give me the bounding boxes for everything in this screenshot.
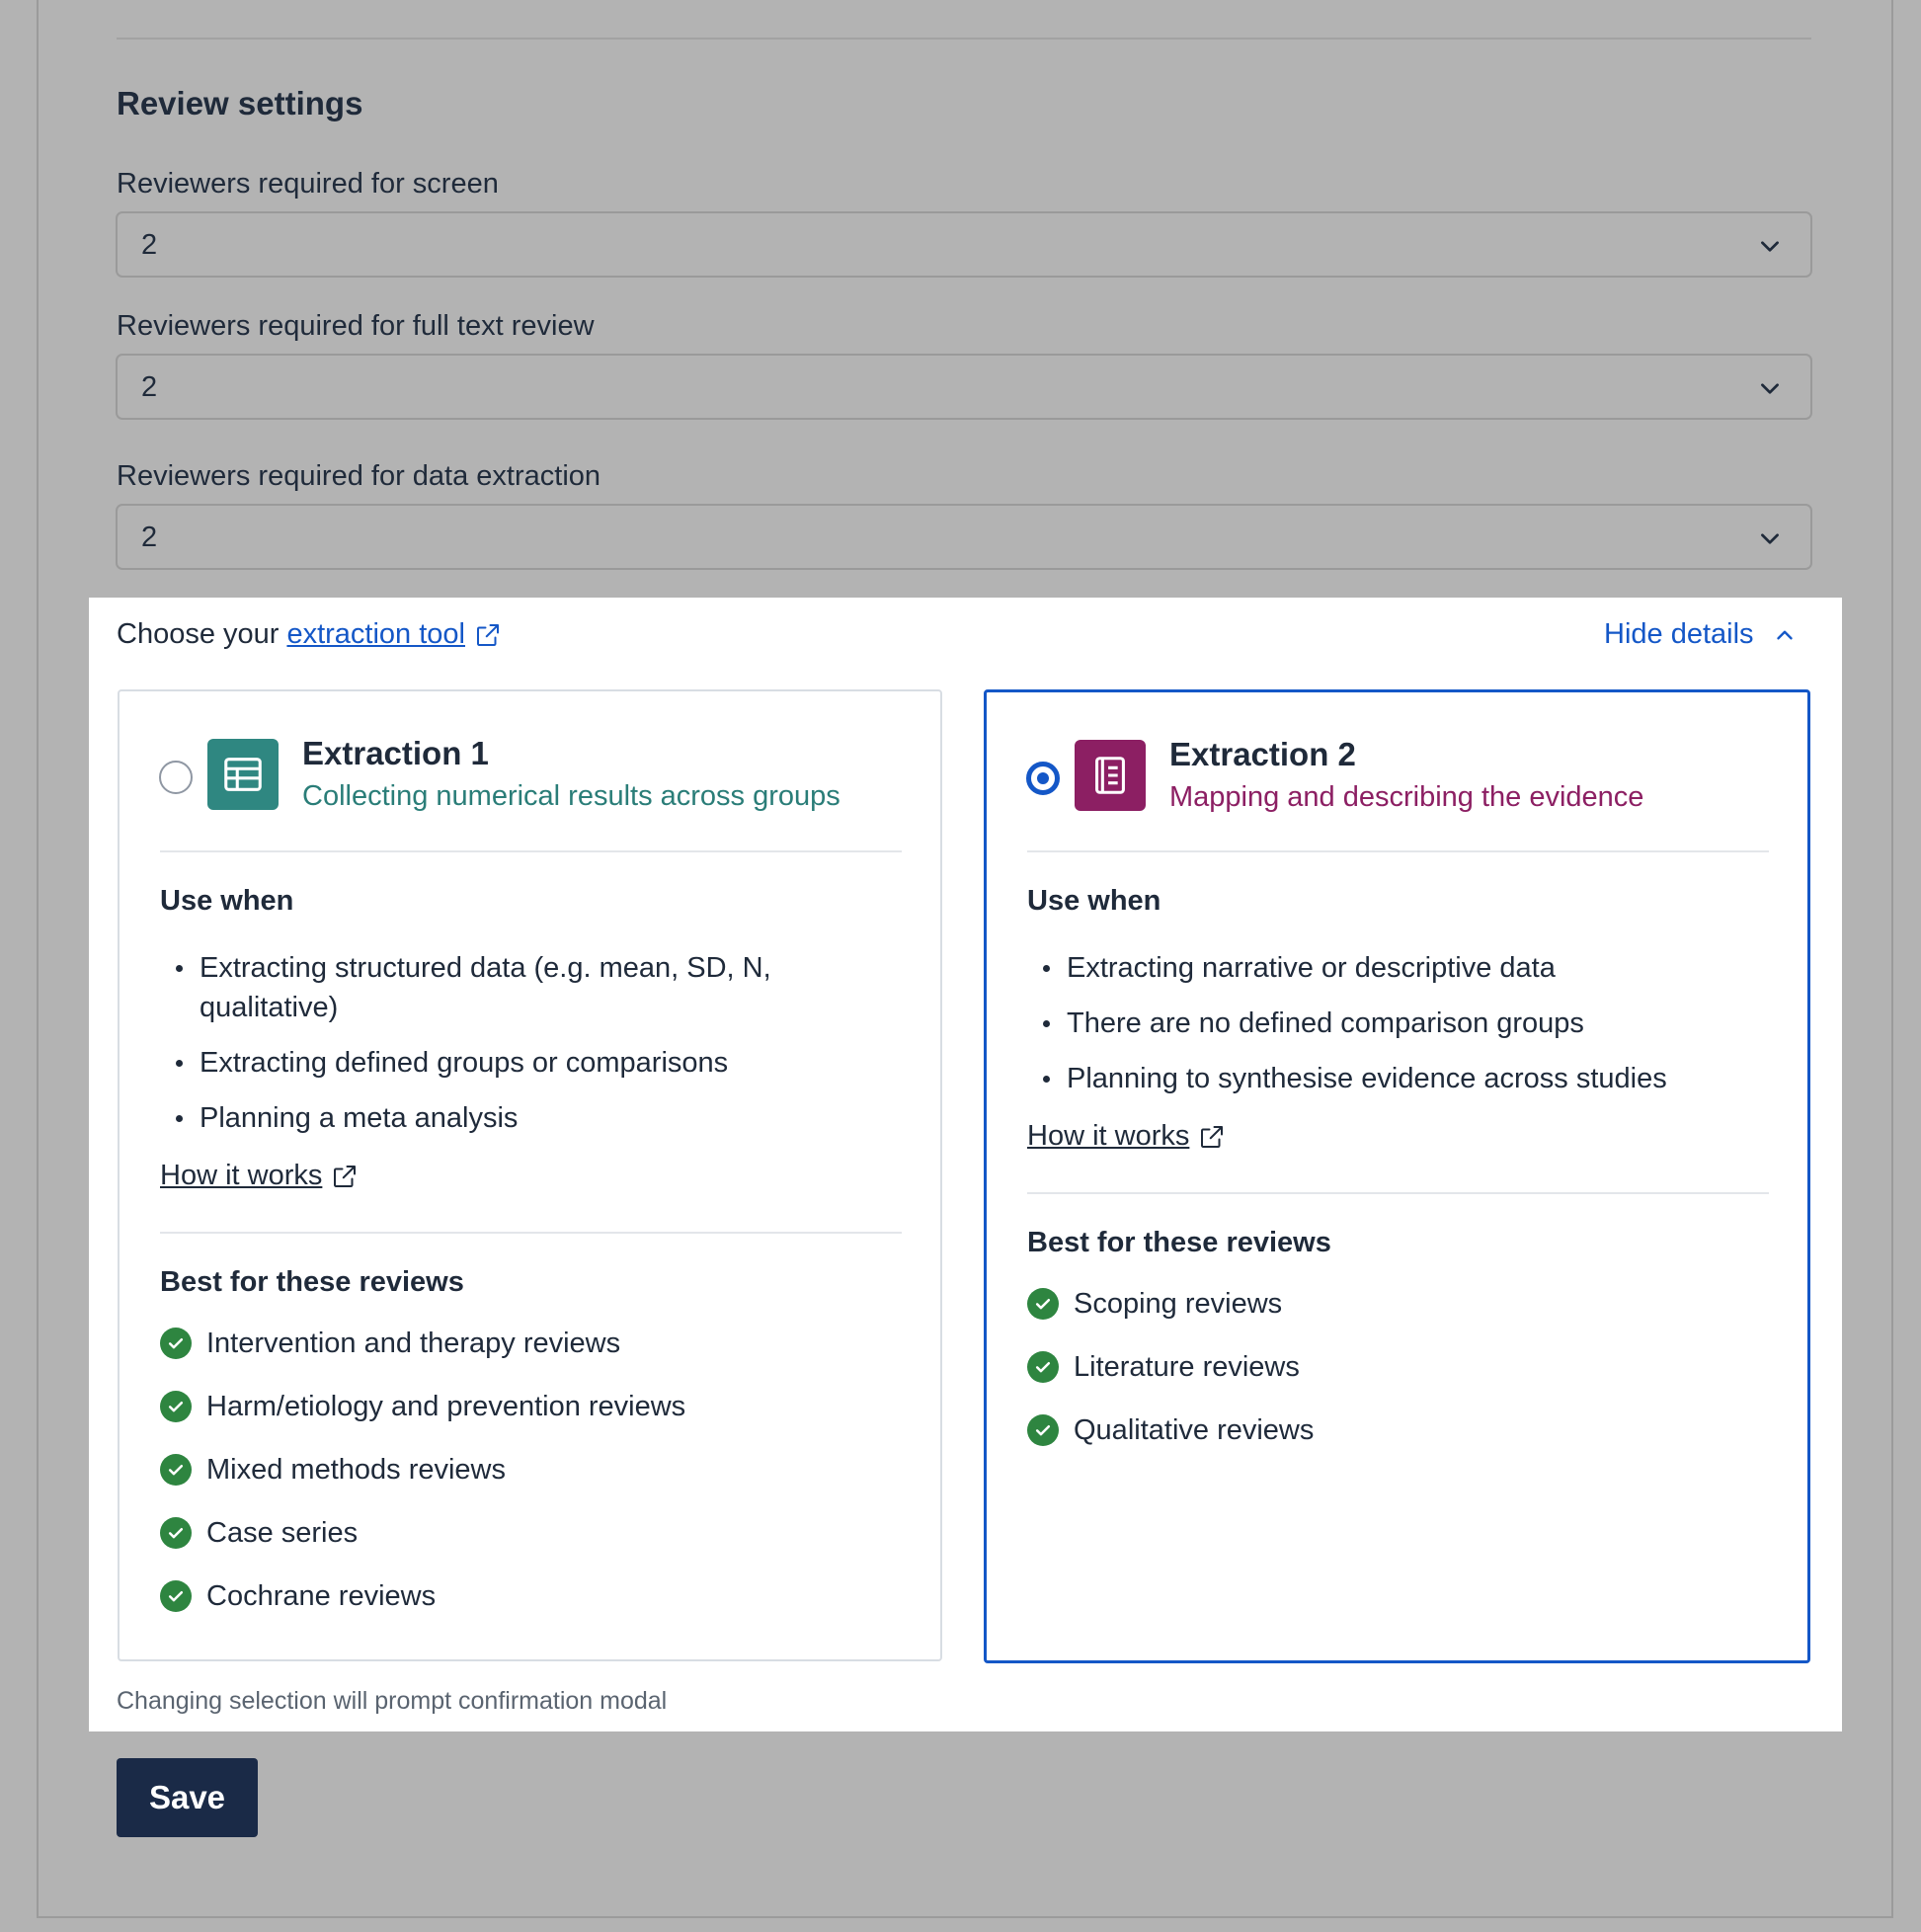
list-item: Intervention and therapy reviews — [160, 1324, 685, 1363]
hide-details-toggle[interactable]: Hide details — [1604, 618, 1798, 651]
card-divider — [160, 1232, 902, 1234]
list-item: Mixed methods reviews — [160, 1450, 685, 1489]
screen-reviewers-label: Reviewers required for screen — [117, 168, 499, 200]
data-extraction-reviewers-select[interactable]: 2 — [116, 504, 1812, 570]
list-item: Case series — [160, 1513, 685, 1553]
best-for-label: Qualitative reviews — [1074, 1413, 1315, 1446]
selection-change-note: Changing selection will prompt confirmat… — [117, 1687, 668, 1715]
notebook-icon — [1075, 740, 1146, 811]
check-circle-icon — [160, 1391, 192, 1422]
how-it-works-link[interactable]: How it works — [160, 1160, 360, 1192]
list-item: Planning to synthesise evidence across s… — [1027, 1059, 1738, 1098]
how-it-works-label: How it works — [1027, 1120, 1190, 1152]
how-it-works-label: How it works — [160, 1160, 323, 1191]
screen-reviewers-value: 2 — [141, 229, 158, 261]
external-link-icon[interactable] — [473, 620, 503, 650]
extraction-2-title: Extraction 2 — [1169, 736, 1356, 772]
check-circle-icon — [1027, 1288, 1059, 1320]
list-item: Literature reviews — [1027, 1347, 1314, 1387]
best-for-label: Harm/etiology and prevention reviews — [206, 1390, 686, 1422]
use-when-list: Extracting narrative or descriptive data… — [1027, 948, 1738, 1114]
best-for-list: Scoping reviews Literature reviews Quali… — [1027, 1284, 1314, 1474]
extraction-2-radio[interactable] — [1026, 762, 1060, 795]
table-icon — [207, 739, 279, 810]
full-text-reviewers-value: 2 — [141, 371, 158, 403]
card-divider — [160, 850, 902, 852]
best-for-heading: Best for these reviews — [160, 1266, 464, 1298]
external-link-icon — [1201, 1125, 1224, 1148]
data-extraction-reviewers-label: Reviewers required for data extraction — [117, 460, 601, 492]
best-for-heading: Best for these reviews — [1027, 1227, 1331, 1258]
list-item: Extracting structured data (e.g. mean, S… — [160, 948, 871, 1027]
choose-extraction-tool: Choose your extraction tool — [117, 618, 503, 651]
list-item: There are no defined comparison groups — [1027, 1004, 1738, 1043]
page-background — [0, 0, 37, 1932]
check-circle-icon — [1027, 1414, 1059, 1446]
card-divider — [1027, 1192, 1769, 1194]
best-for-list: Intervention and therapy reviews Harm/et… — [160, 1324, 685, 1640]
screen-reviewers-select[interactable]: 2 — [116, 211, 1812, 278]
list-item: Cochrane reviews — [160, 1576, 685, 1616]
best-for-label: Mixed methods reviews — [206, 1453, 506, 1486]
check-circle-icon — [160, 1580, 192, 1612]
save-button[interactable]: Save — [117, 1758, 258, 1837]
list-item: Extracting defined groups or comparisons — [160, 1043, 871, 1083]
extraction-1-radio[interactable] — [159, 761, 193, 794]
extraction-1-subtitle: Collecting numerical results across grou… — [302, 780, 840, 812]
full-text-reviewers-label: Reviewers required for full text review — [117, 310, 595, 342]
card-divider — [1027, 850, 1769, 852]
best-for-label: Intervention and therapy reviews — [206, 1327, 621, 1359]
chevron-down-icon — [1761, 383, 1779, 394]
chevron-down-icon — [1761, 241, 1779, 252]
how-it-works-link[interactable]: How it works — [1027, 1120, 1227, 1153]
top-divider — [117, 38, 1811, 40]
full-text-reviewers-select[interactable]: 2 — [116, 354, 1812, 420]
extraction-2-card[interactable]: Extraction 2 Mapping and describing the … — [984, 689, 1810, 1663]
extraction-tool-link[interactable]: extraction tool — [286, 618, 465, 651]
chevron-down-icon — [1761, 533, 1779, 544]
best-for-label: Literature reviews — [1074, 1350, 1300, 1383]
check-circle-icon — [160, 1517, 192, 1549]
check-circle-icon — [160, 1454, 192, 1486]
choose-prefix: Choose your — [117, 618, 280, 650]
extraction-1-card[interactable]: Extraction 1 Collecting numerical result… — [118, 689, 942, 1661]
list-item: Harm/etiology and prevention reviews — [160, 1387, 685, 1426]
check-circle-icon — [1027, 1351, 1059, 1383]
list-item: Planning a meta analysis — [160, 1098, 871, 1138]
hide-details-label: Hide details — [1604, 618, 1754, 650]
extraction-2-subtitle: Mapping and describing the evidence — [1169, 781, 1644, 813]
chevron-up-icon — [1776, 630, 1793, 639]
use-when-list: Extracting structured data (e.g. mean, S… — [160, 948, 871, 1154]
use-when-heading: Use when — [1027, 885, 1161, 917]
best-for-label: Cochrane reviews — [206, 1579, 437, 1612]
check-circle-icon — [160, 1328, 192, 1359]
list-item: Scoping reviews — [1027, 1284, 1314, 1324]
review-settings-title: Review settings — [117, 85, 363, 121]
best-for-label: Scoping reviews — [1074, 1287, 1283, 1320]
list-item: Extracting narrative or descriptive data — [1027, 948, 1738, 988]
use-when-heading: Use when — [160, 885, 294, 917]
external-link-icon — [334, 1165, 357, 1187]
list-item: Qualitative reviews — [1027, 1410, 1314, 1450]
data-extraction-reviewers-value: 2 — [141, 522, 158, 553]
best-for-label: Case series — [206, 1516, 359, 1549]
extraction-1-title: Extraction 1 — [302, 735, 489, 771]
